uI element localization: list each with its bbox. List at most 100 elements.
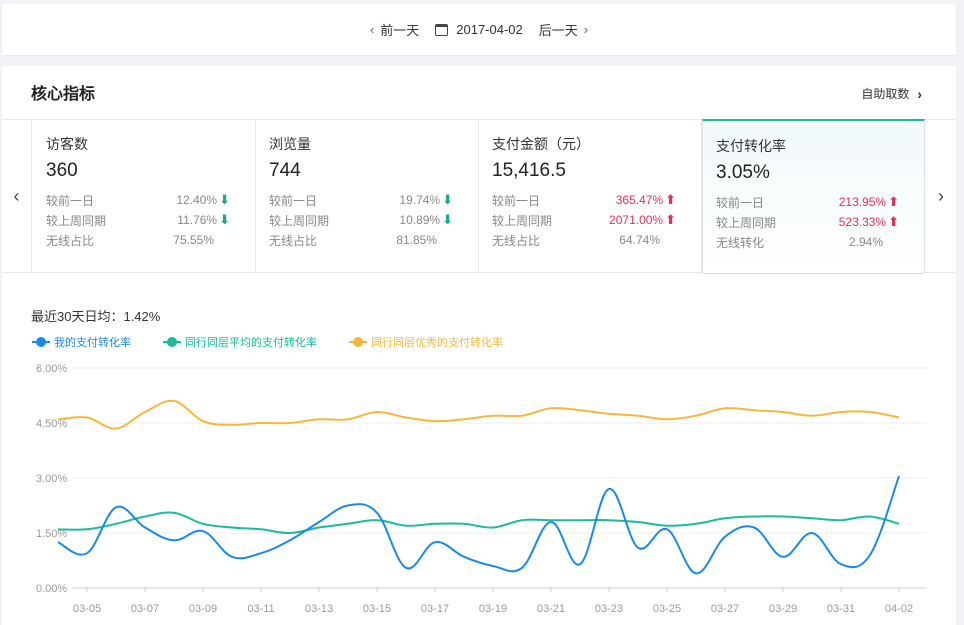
row-value: 11.76% ⬇	[177, 212, 230, 228]
x-tick-label: 04-02	[885, 603, 913, 615]
x-tick-label: 03-11	[247, 603, 274, 615]
legend-label: 同行同层平均的支付转化率	[185, 337, 317, 349]
series-line-0	[57, 475, 900, 575]
self-fetch-link[interactable]: 自助取数 ›	[861, 85, 922, 102]
chevron-right-icon: ›	[917, 85, 922, 102]
arrow-down-icon: ⬇	[442, 192, 453, 207]
metric-row: 较上周同期 11.76% ⬇	[46, 210, 242, 230]
series-line-2	[57, 399, 900, 430]
metric-value: 3.05%	[716, 162, 770, 183]
carousel-prev-button[interactable]: ‹	[2, 120, 32, 273]
y-tick-label: 4.50%	[36, 418, 67, 430]
metric-name: 浏览量	[269, 136, 311, 152]
prev-day-label: 前一天	[380, 23, 420, 38]
chevron-left-icon: ‹	[369, 22, 375, 37]
row-value: 523.33% ⬆	[839, 214, 899, 230]
x-tick-label: 03-27	[711, 603, 739, 615]
metric-row: 较前一日 19.74% ⬇	[269, 190, 465, 210]
metric-row: 较上周同期 2071.00% ⬆	[492, 210, 688, 230]
metric-row: 无线占比 75.55%	[46, 230, 242, 250]
arrow-down-icon: ⬇	[442, 212, 453, 227]
row-value-text: 19.74%	[399, 193, 441, 207]
arrow-down-icon: ⬇	[219, 192, 230, 207]
series-line-1	[57, 511, 900, 535]
metric-row: 较前一日 12.40% ⬇	[46, 190, 242, 210]
row-value-text: 11.76%	[177, 213, 218, 227]
chevron-right-icon: ›	[938, 186, 944, 206]
metric-name: 访客数	[46, 136, 88, 152]
calendar-icon[interactable]	[435, 23, 449, 36]
row-label: 较上周同期	[269, 213, 330, 228]
metric-value: 360	[46, 160, 78, 181]
date-navigator: ‹ 前一天 2017-04-02 后一天 ›	[2, 4, 956, 55]
legend-label: 同行同层优秀的支付转化率	[371, 337, 503, 349]
metric-row: 较上周同期 10.89% ⬇	[269, 210, 465, 230]
core-metrics-card: 核心指标 自助取数 › ‹ 访客数 360 较前一日 12.40% ⬇ 较上周同期 1…	[2, 66, 956, 625]
x-tick-label: 03-31	[827, 603, 855, 615]
metric-row: 无线占比 64.74%	[492, 230, 688, 250]
prev-day-button[interactable]: ‹ 前一天	[364, 20, 419, 39]
row-value: 19.74% ⬇	[399, 192, 453, 208]
y-tick-label: 0.00%	[36, 583, 67, 595]
y-tick-label: 3.00%	[36, 473, 67, 485]
row-value: 75.55%	[173, 233, 230, 247]
metrics-carousel: ‹ 访客数 360 较前一日 12.40% ⬇ 较上周同期 11.76% ⬇ 无线占比 7…	[2, 119, 956, 274]
row-value: 64.74%	[619, 233, 676, 247]
row-label: 较上周同期	[716, 215, 777, 230]
x-tick-label: 03-23	[595, 603, 623, 615]
x-tick-label: 03-29	[769, 603, 797, 615]
row-label: 较前一日	[269, 193, 318, 208]
row-label: 较前一日	[716, 195, 765, 210]
arrow-up-icon: ⬆	[665, 192, 676, 207]
next-day-label: 后一天	[538, 23, 578, 38]
next-day-button[interactable]: 后一天 ›	[539, 20, 594, 39]
row-value-text: 213.95%	[838, 195, 887, 209]
x-tick-label: 03-13	[305, 603, 333, 615]
metric-name: 支付转化率	[716, 138, 786, 154]
self-fetch-label: 自助取数	[861, 87, 910, 101]
row-label: 较上周同期	[46, 213, 107, 228]
legend-item-peer-avg[interactable]: 同行同层平均的支付转化率	[163, 334, 317, 350]
metric-row: 无线转化 2.94%	[716, 232, 911, 252]
metric-card-visitors[interactable]: 访客数 360 较前一日 12.40% ⬇ 较上周同期 11.76% ⬇ 无线占比 75.…	[33, 120, 256, 273]
chevron-left-icon: ‹	[13, 186, 20, 206]
row-value: 10.89% ⬇	[399, 212, 453, 228]
legend-marker-icon	[349, 337, 367, 347]
metric-card-conversion-rate[interactable]: 支付转化率 3.05% 较前一日 213.95% ⬆ 较上周同期 523.33% ⬆ 无…	[702, 119, 925, 274]
arrow-up-icon: ⬆	[888, 194, 899, 209]
row-value-text: 81.85%	[396, 233, 437, 247]
thirty-day-average: 最近30天日均：1.42%	[31, 309, 161, 324]
metric-row: 较前一日 213.95% ⬆	[716, 192, 911, 212]
section-title: 核心指标	[31, 86, 96, 103]
row-value: 2.94%	[849, 235, 899, 249]
row-label: 无线占比	[269, 233, 318, 248]
metric-value: 15,416.5	[492, 160, 566, 181]
x-tick-label: 03-15	[363, 603, 391, 615]
metric-card-payment-amount[interactable]: 支付金额（元） 15,416.5 较前一日 365.47% ⬆ 较上周同期 2071.…	[479, 120, 702, 273]
metric-name: 支付金额（元）	[492, 136, 590, 152]
x-tick-label: 03-09	[189, 603, 217, 615]
legend-label: 我的支付转化率	[54, 337, 131, 349]
legend-item-peer-best[interactable]: 同行同层优秀的支付转化率	[349, 334, 503, 350]
row-label: 无线转化	[716, 235, 765, 250]
current-date[interactable]: 2017-04-02	[456, 22, 523, 37]
row-value: 12.40% ⬇	[176, 192, 230, 208]
row-value-text: 2071.00%	[609, 213, 664, 227]
legend-marker-icon	[163, 337, 181, 347]
metric-card-pageviews[interactable]: 浏览量 744 较前一日 19.74% ⬇ 较上周同期 10.89% ⬇ 无线占比 81.…	[256, 120, 479, 273]
x-tick-label: 03-05	[73, 603, 101, 615]
arrow-down-icon: ⬇	[219, 212, 230, 227]
metric-row: 较上周同期 523.33% ⬆	[716, 212, 911, 232]
row-label: 无线占比	[492, 233, 541, 248]
row-value-text: 10.89%	[399, 213, 441, 227]
x-tick-label: 03-21	[537, 603, 565, 615]
row-value-text: 2.94%	[848, 235, 883, 249]
metric-value: 744	[269, 160, 301, 181]
chevron-right-icon: ›	[583, 22, 589, 37]
legend-item-mine[interactable]: 我的支付转化率	[32, 334, 131, 350]
arrow-up-icon: ⬆	[888, 214, 899, 229]
row-label: 较前一日	[46, 193, 95, 208]
y-tick-label: 6.00%	[36, 363, 67, 375]
metric-row: 较前一日 365.47% ⬆	[492, 190, 688, 210]
carousel-next-button[interactable]: ›	[926, 120, 956, 273]
